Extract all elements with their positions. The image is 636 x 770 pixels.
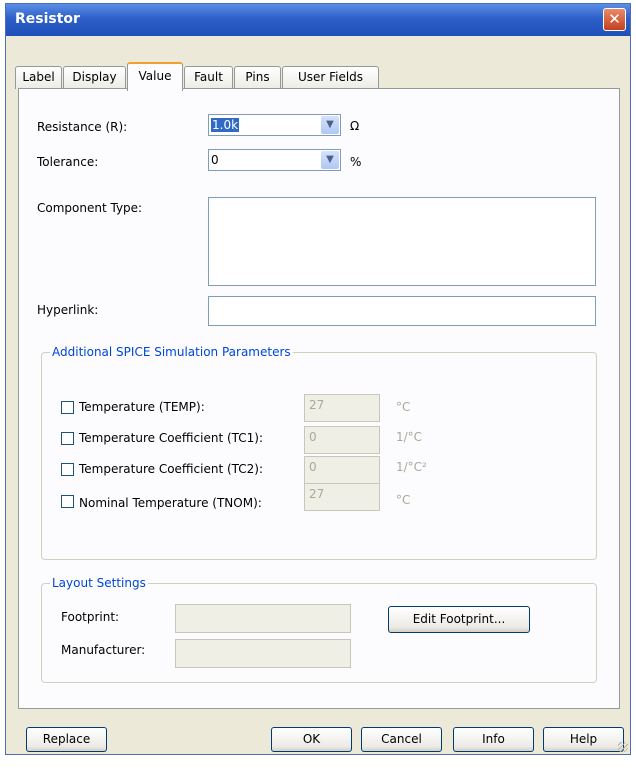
cancel-button[interactable]: Cancel: [361, 727, 442, 752]
tab-display[interactable]: Display: [63, 66, 126, 89]
temp-input[interactable]: 27: [304, 394, 380, 422]
tc2-input[interactable]: 0: [304, 456, 380, 484]
resistor-dialog: Resistor ✕ Label Display Value Fault Pin…: [5, 3, 631, 755]
ok-button[interactable]: OK: [271, 727, 352, 752]
help-button[interactable]: Help: [543, 727, 624, 752]
replace-button[interactable]: Replace: [26, 727, 107, 752]
resistance-label: Resistance (R):: [37, 120, 128, 134]
tab-pins[interactable]: Pins: [234, 66, 281, 89]
tolerance-value: 0: [211, 153, 219, 167]
tolerance-combo[interactable]: 0 ▼: [208, 149, 341, 171]
value-tab-panel: Resistance (R): 1.0k ▼ Ω Tolerance: 0 ▼ …: [18, 88, 620, 709]
manufacturer-label: Manufacturer:: [61, 643, 146, 657]
tc1-checkbox[interactable]: [61, 432, 74, 445]
footprint-input[interactable]: [175, 604, 351, 633]
chevron-down-icon[interactable]: ▼: [321, 151, 339, 169]
resistance-value: 1.0k: [211, 118, 240, 132]
footprint-label: Footprint:: [61, 610, 120, 624]
temp-label: Temperature (TEMP):: [79, 400, 205, 414]
tab-value[interactable]: Value: [127, 62, 183, 91]
tolerance-label: Tolerance:: [37, 155, 99, 169]
close-button[interactable]: ✕: [603, 8, 626, 31]
resistance-unit: Ω: [350, 119, 360, 133]
tc1-label: Temperature Coefficient (TC1):: [79, 431, 264, 445]
tab-fault[interactable]: Fault: [184, 66, 233, 89]
tc2-checkbox[interactable]: [61, 463, 74, 476]
tnom-unit: °C: [396, 493, 411, 507]
window-title: Resistor: [15, 11, 80, 27]
tolerance-unit: %: [350, 155, 362, 169]
tc1-unit: 1/°C: [396, 430, 423, 444]
spice-group-title: Additional SPICE Simulation Parameters: [50, 345, 293, 359]
tc1-input[interactable]: 0: [304, 426, 380, 454]
resize-grip-icon[interactable]: [618, 742, 628, 752]
hyperlink-label: Hyperlink:: [37, 303, 99, 317]
temp-checkbox[interactable]: [61, 401, 74, 414]
title-bar[interactable]: Resistor ✕: [6, 4, 630, 36]
component-type-label: Component Type:: [37, 201, 143, 215]
tc2-unit: 1/°C²: [396, 460, 427, 474]
tc2-label: Temperature Coefficient (TC2):: [79, 462, 264, 476]
layout-group-title: Layout Settings: [50, 576, 148, 590]
tab-label[interactable]: Label: [15, 66, 62, 89]
resistance-combo[interactable]: 1.0k ▼: [208, 114, 341, 136]
component-type-input[interactable]: [208, 197, 596, 286]
info-button[interactable]: Info: [453, 727, 534, 752]
temp-unit: °C: [396, 400, 411, 414]
manufacturer-input[interactable]: [175, 639, 351, 668]
tnom-label: Nominal Temperature (TNOM):: [79, 496, 262, 510]
chevron-down-icon[interactable]: ▼: [321, 116, 339, 134]
hyperlink-input[interactable]: [208, 296, 596, 326]
tnom-checkbox[interactable]: [61, 495, 74, 508]
edit-footprint-button[interactable]: Edit Footprint...: [388, 606, 530, 633]
tnom-input[interactable]: 27: [304, 483, 380, 511]
close-icon: ✕: [608, 10, 621, 28]
layout-settings-group: [41, 583, 597, 683]
tab-user-fields[interactable]: User Fields: [282, 66, 379, 89]
